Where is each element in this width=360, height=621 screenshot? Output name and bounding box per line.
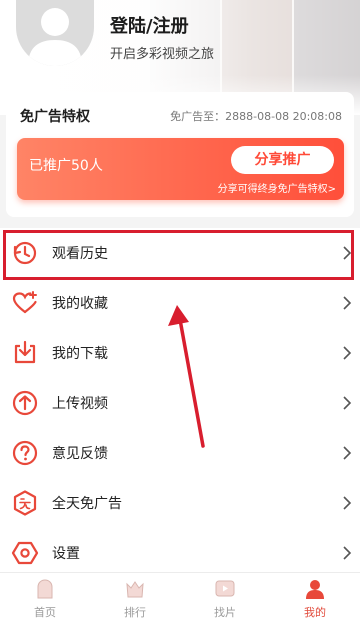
chevron-right-icon xyxy=(343,546,352,560)
chevron-right-icon xyxy=(343,496,352,510)
download-icon xyxy=(14,340,36,364)
ranking-icon xyxy=(126,581,144,598)
share-promote-button[interactable]: 分享推广 xyxy=(231,146,334,174)
login-subtitle: 开启多彩视频之旅 xyxy=(110,47,215,62)
profile-icon xyxy=(306,580,324,599)
menu-item-watch-history[interactable]: 观看历史 xyxy=(0,228,360,278)
chevron-right-icon xyxy=(343,346,352,360)
annotation-arrow-icon xyxy=(168,305,205,448)
menu-item-label: 我的下载 xyxy=(52,346,108,362)
history-icon xyxy=(13,241,37,265)
login-register-link[interactable]: 登陆/注册 xyxy=(110,12,189,38)
share-note-link[interactable]: 分享可得终身免广告特权> xyxy=(218,180,336,195)
ad-free-icon xyxy=(13,490,37,516)
tab-home[interactable]: 首页 xyxy=(0,573,90,621)
promoted-count: 已推广50人 xyxy=(29,158,103,174)
tab-label: 首页 xyxy=(34,606,56,619)
menu-item-label: 意见反馈 xyxy=(52,446,108,462)
menu-item-label: 全天免广告 xyxy=(52,496,122,512)
chevron-right-icon xyxy=(343,296,352,310)
chevron-right-icon xyxy=(343,446,352,460)
upload-icon xyxy=(12,390,38,416)
promotion-banner: 已推广50人 分享推广 分享可得终身免广告特权> xyxy=(17,138,344,200)
home-icon xyxy=(37,579,53,599)
find-video-icon xyxy=(215,580,235,597)
tab-ranking[interactable]: 排行 xyxy=(90,573,180,621)
tab-find-video[interactable]: 找片 xyxy=(180,573,270,621)
menu-item-settings[interactable]: 设置 xyxy=(0,528,360,578)
ad-free-card: 免广告特权 免广告至：2888-08-08 20:08:08 已推广50人 分享… xyxy=(6,92,354,217)
menu-item-label: 上传视频 xyxy=(52,396,108,412)
menu-item-ad-free[interactable]: 全天免广告 xyxy=(0,478,360,528)
favorite-heart-icon xyxy=(12,291,37,314)
tab-profile[interactable]: 我的 xyxy=(270,573,360,621)
chevron-right-icon xyxy=(343,396,352,410)
ad-free-expiry: 免广告至：2888-08-08 20:08:08 xyxy=(170,110,342,123)
menu-item-label: 设置 xyxy=(52,546,80,562)
settings-icon xyxy=(11,541,39,565)
tab-label: 找片 xyxy=(214,606,236,619)
menu-item-label: 观看历史 xyxy=(52,246,108,262)
chevron-right-icon xyxy=(343,246,352,260)
tab-label: 排行 xyxy=(124,606,146,619)
menu-item-label: 我的收藏 xyxy=(52,296,108,312)
bottom-tab-bar: 首页 排行 找片 我的 xyxy=(0,572,360,621)
feedback-icon xyxy=(12,440,38,466)
ad-free-title: 免广告特权 xyxy=(20,109,90,125)
tab-label: 我的 xyxy=(304,606,326,619)
